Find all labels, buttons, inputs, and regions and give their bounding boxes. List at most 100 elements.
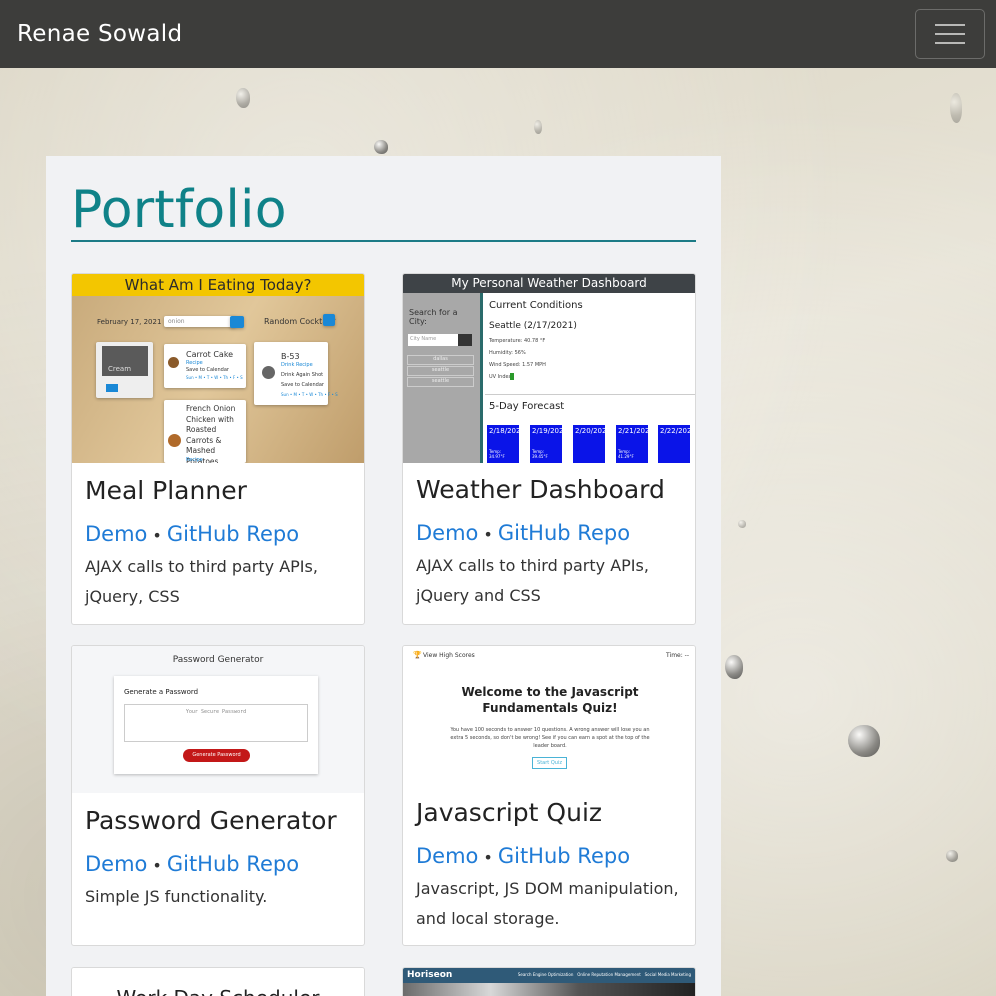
project-card-weather-dashboard: My Personal Weather Dashboard Search for…	[402, 273, 696, 625]
forecast-temp: Temp: 41.29°F	[618, 449, 634, 459]
thumb-text: Current Conditions	[489, 300, 583, 311]
demo-link[interactable]: Demo	[85, 852, 147, 876]
project-title: Weather Dashboard	[416, 475, 665, 504]
forecast-day: 2/19/2021	[532, 427, 568, 435]
raindrop-decoration	[374, 140, 388, 154]
project-card-work-day-scheduler: Work Day Scheduler	[71, 967, 365, 996]
javascript-quiz-screenshot[interactable]: 🏆 View High Scores Time: -- Welcome to t…	[403, 646, 695, 785]
thumb-divider	[480, 293, 483, 463]
raindrop-decoration	[848, 725, 880, 757]
project-links: Demo • GitHub Repo	[416, 844, 630, 868]
project-description: Simple JS functionality.	[85, 887, 268, 906]
work-day-scheduler-screenshot[interactable]: Work Day Scheduler	[72, 968, 364, 996]
thumb-text: Carrot Cake	[186, 350, 234, 359]
link-separator: •	[483, 525, 493, 544]
raindrop-decoration	[725, 655, 743, 679]
thumb-text: Drink Recipe	[281, 362, 313, 368]
project-card-meal-planner: What Am I Eating Today? February 17, 202…	[71, 273, 365, 625]
project-description: AJAX calls to third party APIs, jQuery a…	[416, 556, 649, 605]
menu-bar	[935, 42, 965, 44]
menu-bar	[935, 24, 965, 26]
project-title: Meal Planner	[85, 476, 247, 505]
project-description: Javascript, JS DOM manipulation, and loc…	[416, 879, 679, 928]
meal-planner-screenshot[interactable]: What Am I Eating Today? February 17, 202…	[72, 274, 364, 463]
thumb-header: Password Generator	[172, 655, 264, 665]
thumb-text: Generate Password	[183, 749, 250, 762]
thumb-text: Humidity: 56%	[489, 350, 526, 356]
thumb-text: Save to Calendar	[281, 382, 324, 388]
thumb-text: Generate a Password	[124, 688, 199, 696]
thumb-header: My Personal Weather Dashboard	[403, 274, 695, 293]
menu-bar	[935, 33, 965, 35]
project-title: Javascript Quiz	[416, 798, 603, 827]
forecast-day: 2/18/2021	[489, 427, 525, 435]
thumb-text: B-53	[281, 352, 300, 361]
raindrop-decoration	[534, 120, 542, 134]
raindrop-decoration	[946, 850, 958, 862]
thumb-text: Recipe	[186, 457, 203, 463]
thumb-text: City Name	[408, 334, 458, 346]
thumb-text: French Onion Chicken with Roasted Carrot…	[186, 404, 236, 463]
demo-link[interactable]: Demo	[416, 521, 478, 545]
page-title: Portfolio	[71, 180, 287, 240]
horiseon-screenshot[interactable]: Horiseon Search Engine Optimization Onli…	[403, 968, 695, 996]
thumb-text: dallas	[407, 355, 474, 365]
thumb-text: Temperature: 40.78 °F	[489, 338, 546, 344]
project-links: Demo • GitHub Repo	[416, 521, 630, 545]
thumb-nav: Search Engine Optimization Online Reputa…	[517, 972, 691, 977]
thumb-text: Save to Calendar	[186, 367, 229, 373]
weather-dashboard-screenshot[interactable]: My Personal Weather Dashboard Search for…	[403, 274, 695, 463]
thumb-text: Wind Speed: 1.57 MPH	[489, 362, 546, 368]
project-card-horiseon: Horiseon Search Engine Optimization Onli…	[402, 967, 696, 996]
raindrop-decoration	[738, 520, 746, 528]
raindrop-decoration	[950, 93, 962, 123]
thumb-text: Sun • M • T • W • Th • F • S	[281, 392, 338, 397]
thumb-header: Work Day Scheduler	[72, 986, 364, 996]
project-description: AJAX calls to third party APIs, jQuery, …	[85, 557, 318, 606]
trophy-icon: 🏆	[413, 651, 422, 659]
project-title: Password Generator	[85, 806, 337, 835]
thumb-text: Your Secure Password	[185, 709, 247, 715]
link-separator: •	[152, 856, 162, 875]
thumb-brand: Horiseon	[407, 970, 453, 980]
github-repo-link[interactable]: GitHub Repo	[167, 522, 299, 546]
thumb-sidebar: Search for a City: City Name dallas seat…	[403, 293, 480, 463]
thumb-text: Seattle (2/17/2021)	[489, 321, 577, 331]
forecast-temp: Temp: 39.45°F	[532, 449, 548, 459]
thumb-text: February 17, 2021	[97, 318, 162, 326]
thumb-text: Welcome to the Javascript Fundamentals Q…	[461, 685, 639, 715]
top-navbar: Renae Sowald	[0, 0, 996, 68]
hamburger-menu-icon[interactable]	[915, 9, 985, 59]
thumb-text: seattle	[407, 366, 474, 376]
thumb-text: Cream	[108, 365, 132, 373]
thumb-text: Sun • M • T • W • Th • F • S	[186, 375, 243, 380]
thumb-text: Drink Again Shot	[281, 372, 324, 378]
link-separator: •	[483, 848, 493, 867]
thumb-text: Start Quiz	[532, 757, 567, 769]
raindrop-decoration	[236, 88, 250, 108]
thumb-text: onion	[168, 318, 185, 325]
github-repo-link[interactable]: GitHub Repo	[167, 852, 299, 876]
thumb-text: Recipe	[186, 360, 203, 366]
project-links: Demo • GitHub Repo	[85, 522, 299, 546]
password-generator-screenshot[interactable]: Password Generator Generate a Password Y…	[72, 646, 364, 793]
thumb-banner: What Am I Eating Today?	[72, 274, 364, 296]
forecast-temp: Temp: 34.97°F	[489, 449, 505, 459]
thumb-text: seattle	[407, 377, 474, 387]
thumb-text: You have 100 seconds to answer 10 questi…	[450, 727, 650, 749]
project-card-password-generator: Password Generator Generate a Password Y…	[71, 645, 365, 946]
forecast-day: 2/20/2021	[575, 427, 611, 435]
thumb-text: Search for a City:	[409, 308, 458, 326]
link-separator: •	[152, 526, 162, 545]
github-repo-link[interactable]: GitHub Repo	[498, 844, 630, 868]
portfolio-panel: Portfolio What Am I Eating Today? Februa…	[46, 156, 721, 996]
forecast-day: 2/21/2021	[618, 427, 654, 435]
demo-link[interactable]: Demo	[85, 522, 147, 546]
demo-link[interactable]: Demo	[416, 844, 478, 868]
github-repo-link[interactable]: GitHub Repo	[498, 521, 630, 545]
thumb-text: 5-Day Forecast	[489, 401, 565, 412]
thumb-text: View High Scores	[423, 652, 475, 659]
site-brand[interactable]: Renae Sowald	[17, 21, 182, 47]
project-card-javascript-quiz: 🏆 View High Scores Time: -- Welcome to t…	[402, 645, 696, 946]
project-links: Demo • GitHub Repo	[85, 852, 299, 876]
